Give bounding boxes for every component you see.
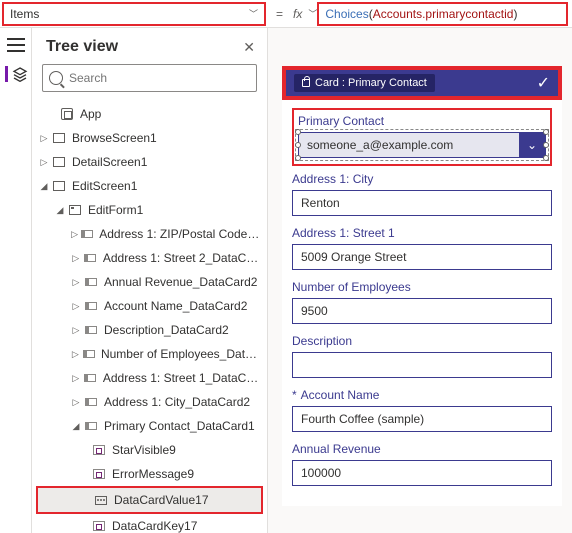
field-label: Address 1: Street 1 [292, 226, 552, 240]
chevron-down-icon[interactable]: ﹀ [308, 7, 317, 20]
field: Address 1: Street 1 5009 Orange Street [292, 226, 552, 270]
card-badge: Card : Primary Contact [294, 74, 435, 92]
tree-node-key[interactable]: DataCardKey17 [32, 514, 267, 533]
card-header-highlight: Card : Primary Contact ✓ [282, 66, 562, 100]
hamburger-icon[interactable] [7, 38, 25, 52]
tree-node-card[interactable]: ▷Address 1: Street 1_DataCard2 [32, 366, 267, 390]
field: Address 1: City Renton [292, 172, 552, 216]
resize-handle[interactable] [295, 155, 301, 161]
tree-node-card[interactable]: ▷Address 1: ZIP/Postal Code_DataCard2 [32, 222, 267, 246]
tree-node-card[interactable]: ▷Description_DataCard2 [32, 318, 267, 342]
tree-node-card[interactable]: ▷Number of Employees_DataCard2 [32, 342, 267, 366]
property-selector[interactable]: Items ﹀ [2, 2, 266, 26]
lock-icon [302, 79, 310, 87]
search-input[interactable] [42, 64, 257, 92]
tree-node-detail[interactable]: ▷DetailScreen1 [32, 150, 267, 174]
primary-contact-highlight: Primary Contact someone_a@example.com ⌄ [292, 108, 552, 166]
search-icon [49, 71, 63, 85]
text-input[interactable]: Renton [292, 190, 552, 216]
tree-view-panel: Tree view ✕ App ▷BrowseScreen1 ▷DetailSc… [32, 28, 268, 533]
field-label: Annual Revenue [292, 442, 552, 456]
combobox-value: someone_a@example.com [299, 133, 519, 157]
field-label: Account Name [301, 388, 380, 402]
equals-label: = [266, 7, 293, 21]
field: * Account Name Fourth Coffee (sample) [292, 388, 552, 432]
field: Annual Revenue 100000 [292, 442, 552, 486]
text-input[interactable]: 9500 [292, 298, 552, 324]
field: Description [292, 334, 552, 378]
tree-node-primary-card[interactable]: ◢Primary Contact_DataCard1 [32, 414, 267, 438]
card-header: Card : Primary Contact ✓ [286, 70, 558, 96]
text-input[interactable]: 5009 Orange Street [292, 244, 552, 270]
resize-handle[interactable] [543, 155, 549, 161]
field-label: Number of Employees [292, 280, 552, 294]
fx-icon: fx [293, 7, 308, 21]
close-icon[interactable]: ✕ [243, 39, 255, 56]
chevron-down-icon[interactable]: ⌄ [519, 133, 545, 157]
tree-node-star[interactable]: StarVisible9 [32, 438, 267, 462]
tree-node-card[interactable]: ▷Address 1: Street 2_DataCard2 [32, 246, 267, 270]
formula-function: Choices [325, 7, 368, 21]
tree-node-datacardvalue[interactable]: DataCardValue17 [38, 488, 261, 512]
tree-node-card[interactable]: ▷Address 1: City_DataCard2 [32, 390, 267, 414]
text-input[interactable] [292, 352, 552, 378]
resize-handle[interactable] [295, 129, 301, 135]
tree-node-edit[interactable]: ◢EditScreen1 [32, 174, 267, 198]
tree-node-app[interactable]: App [32, 102, 267, 126]
resize-handle[interactable] [543, 142, 549, 148]
field-label: Description [292, 334, 552, 348]
checkmark-icon[interactable]: ✓ [537, 73, 550, 93]
formula-bar[interactable]: Choices(Accounts.primarycontactid) [317, 2, 568, 26]
resize-handle[interactable] [543, 129, 549, 135]
canvas: Card : Primary Contact ✓ Primary Contact… [268, 28, 572, 533]
resize-handle[interactable] [295, 142, 301, 148]
tree-node-card[interactable]: ▷Annual Revenue_DataCard2 [32, 270, 267, 294]
property-selector-value: Items [10, 7, 39, 21]
field-label: Address 1: City [292, 172, 552, 186]
formula-arg: Accounts.primarycontactid [373, 7, 514, 21]
left-rail [0, 28, 32, 533]
search-field[interactable] [69, 71, 250, 85]
field: Number of Employees 9500 [292, 280, 552, 324]
tree-node-editform[interactable]: ◢EditForm1 [32, 198, 267, 222]
tree-node-card[interactable]: ▷Account Name_DataCard2 [32, 294, 267, 318]
tree-node-browse[interactable]: ▷BrowseScreen1 [32, 126, 267, 150]
tree-view-icon[interactable] [5, 66, 21, 82]
tree-nodes: App ▷BrowseScreen1 ▷DetailScreen1 ◢EditS… [32, 100, 267, 533]
card-body: Primary Contact someone_a@example.com ⌄ … [282, 100, 562, 506]
text-input[interactable]: 100000 [292, 460, 552, 486]
required-asterisk: * [292, 388, 297, 402]
tree-view-title: Tree view [46, 38, 118, 56]
text-input[interactable]: Fourth Coffee (sample) [292, 406, 552, 432]
chevron-down-icon: ﹀ [249, 7, 258, 20]
primary-contact-combobox[interactable]: someone_a@example.com ⌄ [298, 132, 546, 158]
field-label: Primary Contact [298, 114, 546, 128]
tree-node-error[interactable]: ErrorMessage9 [32, 462, 267, 486]
